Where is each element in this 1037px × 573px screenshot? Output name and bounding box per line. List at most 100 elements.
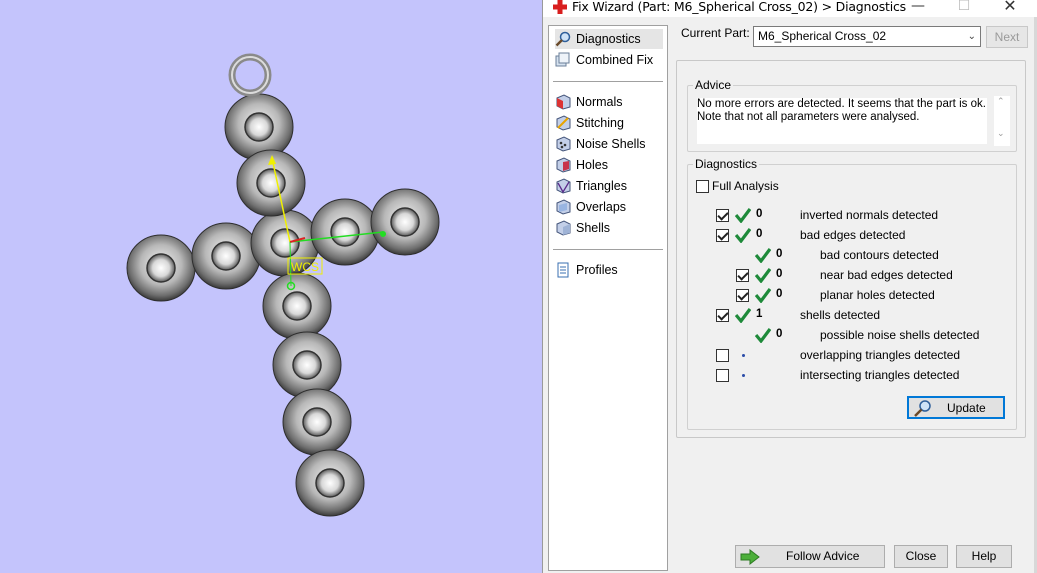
wcs-label: WCS [291,260,319,274]
triangles-icon [556,178,571,194]
shells-count: 1 [756,308,763,320]
pending-dot-icon [742,354,745,357]
help-button[interactable]: Help [956,545,1012,568]
full-analysis-checkbox[interactable] [696,180,709,193]
advice-scrollbar[interactable]: ⌃ ⌄ [994,96,1010,146]
near-bad-edges-count: 0 [776,268,783,280]
current-part-value: M6_Spherical Cross_02 [758,29,887,43]
nav-label: Triangles [576,179,627,193]
3d-viewport[interactable]: WCS [0,0,542,573]
nav-item-triangles[interactable]: Triangles [555,176,663,196]
nav-label: Diagnostics [576,32,641,46]
ring-hole [211,241,241,271]
nav-item-stitching[interactable]: Stitching [555,113,663,133]
wizard-nav-panel: Diagnostics Combined Fix Normals Stitchi… [548,25,668,571]
ring-hole [282,291,312,321]
nav-item-combined-fix[interactable]: Combined Fix [555,50,663,70]
planar-holes-label: planar holes detected [820,288,935,302]
check-mark-icon [755,268,771,283]
current-part-label: Current Part: [681,26,750,40]
planar-holes-count: 0 [776,288,783,300]
nav-label: Normals [576,95,623,109]
maximize-button[interactable]: ☐ [949,0,979,16]
ring-hole [146,253,176,283]
chevron-down-icon: ⌄ [967,31,976,42]
nav-label: Noise Shells [576,137,646,151]
check-mark-icon [735,208,751,223]
nav-item-profiles[interactable]: Profiles [555,260,663,280]
close-button[interactable]: Close [894,545,948,568]
diagnostics-title: Diagnostics [693,157,760,171]
noise-shells-icon [556,136,571,152]
red-cross-icon [553,0,567,14]
nav-item-noise-shells[interactable]: Noise Shells [555,134,663,154]
full-analysis-label: Full Analysis [712,179,779,193]
current-part-select[interactable]: M6_Spherical Cross_02 ⌄ [753,26,981,47]
advice-text: No more errors are detected. It seems th… [697,98,987,144]
nav-item-normals[interactable]: Normals [555,92,663,112]
scroll-up-icon[interactable]: ⌃ [997,96,1005,107]
window-title: Fix Wizard (Part: M6_Spherical Cross_02)… [572,0,906,14]
follow-advice-button[interactable]: Follow Advice [735,545,885,568]
advice-line-1: No more errors are detected. It seems th… [697,98,986,110]
nav-label: Holes [576,158,608,172]
advice-group: Advice No more errors are detected. It s… [687,78,1017,152]
cross-model[interactable]: WCS [0,0,542,573]
ring-hole [256,168,286,198]
check-mark-icon [755,248,771,263]
bad-edges-count: 0 [756,228,763,240]
check-mark-icon [755,288,771,303]
nav-item-overlaps[interactable]: Overlaps [555,197,663,217]
close-window-button[interactable]: ✕ [995,0,1025,16]
intersecting-triangles-label: intersecting triangles detected [800,368,960,382]
bad-edges-label: bad edges detected [800,228,906,242]
near-bad-edges-label: near bad edges detected [820,268,953,282]
stitching-icon [556,115,571,131]
advice-title: Advice [693,78,734,92]
nav-label: Stitching [576,116,624,130]
overlapping-triangles-checkbox[interactable] [716,349,729,362]
nav-label: Profiles [576,263,618,277]
nav-item-diagnostics[interactable]: Diagnostics [555,29,663,49]
minimize-button[interactable]: — [903,0,933,16]
update-label: Update [947,400,986,415]
check-mark-icon [735,308,751,323]
advice-line-2: Note that not all parameters were analys… [697,111,920,123]
nav-label: Shells [576,221,611,235]
ring-hole [292,350,322,380]
planar-holes-checkbox[interactable] [736,289,749,302]
noise-shells-count: 0 [776,328,783,340]
inverted-normals-checkbox[interactable] [716,209,729,222]
nav-divider [553,249,663,250]
shells-checkbox[interactable] [716,309,729,322]
magnifier-icon [555,31,571,47]
bad-edges-checkbox[interactable] [716,229,729,242]
near-bad-edges-checkbox[interactable] [736,269,749,282]
ring-hole [390,207,420,237]
arrow-right-icon [740,548,760,565]
ring-hole [330,217,360,247]
bad-contours-count: 0 [776,248,783,260]
magnifier-icon [914,399,931,417]
nav-divider [553,81,663,82]
fix-wizard-dialog: Fix Wizard (Part: M6_Spherical Cross_02)… [542,0,1037,573]
nav-label: Combined Fix [576,53,654,67]
update-button[interactable]: Update [907,396,1005,419]
ring-hole [270,228,300,258]
normals-icon [556,94,571,110]
pending-dot-icon [742,374,745,377]
next-button[interactable]: Next [986,26,1028,48]
nav-item-holes[interactable]: Holes [555,155,663,175]
holes-icon [556,157,571,173]
nav-item-shells[interactable]: Shells [555,218,663,238]
noise-shells-label: possible noise shells detected [820,328,980,342]
scroll-down-icon[interactable]: ⌄ [997,128,1005,139]
document-icon [557,262,569,278]
overlapping-triangles-label: overlapping triangles detected [800,348,961,362]
check-mark-icon [755,328,771,343]
shells-label: shells detected [800,308,881,322]
intersecting-triangles-checkbox[interactable] [716,369,729,382]
ring-hole [244,112,274,142]
inverted-normals-label: inverted normals detected [800,208,939,222]
ring-hole [315,468,345,498]
